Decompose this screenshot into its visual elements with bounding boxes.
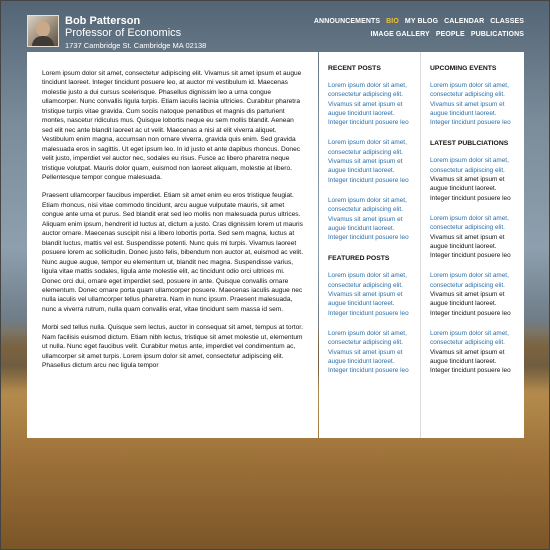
recent-post-link[interactable]: Lorem ipsum dolor sit amet, consectetur … [328, 81, 414, 127]
profile-role: Professor of Economics [65, 27, 182, 39]
publication-text: Vivamus sit amet ipsum et augue tincidun… [430, 348, 511, 375]
publication-link[interactable]: Lorem ipsum dolor sit amet, consectetur … [430, 329, 516, 348]
sidebar-column-left: RECENT POSTS Lorem ipsum dolor sit amet,… [319, 52, 421, 438]
profile-name: Bob Patterson [65, 15, 141, 27]
recent-post-link[interactable]: Lorem ipsum dolor sit amet, consectetur … [328, 196, 414, 242]
upcoming-events-title: UPCOMING EVENTS [430, 65, 497, 72]
publication-text: Vivamus sit amet ipsum et augue tincidun… [430, 291, 511, 317]
content-paragraph: Morbi sed tellus nulla. Quisque sem lect… [42, 324, 303, 370]
site-header: Bob Patterson Professor of Economics 173… [27, 13, 524, 51]
nav-announcements[interactable]: ANNOUNCEMENTS [314, 18, 380, 25]
publication-link[interactable]: Lorem ipsum dolor sit amet, consectetur … [430, 271, 516, 290]
avatar [27, 15, 59, 47]
secondary-nav: IMAGE GALLERY PEOPLE PUBLICATIONS [370, 31, 524, 38]
publication-text: Vivamus sit amet ipsum et augue tincidun… [430, 233, 511, 260]
upcoming-event-link[interactable]: Lorem ipsum dolor sit amet, consectetur … [430, 81, 516, 127]
featured-post-link[interactable]: Lorem ipsum dolor sit amet, consectetur … [328, 271, 414, 317]
profile-address: 1737 Cambridge St. Cambridge MA 02138 [65, 41, 207, 50]
nav-image-gallery[interactable]: IMAGE GALLERY [370, 31, 429, 38]
recent-post-link[interactable]: Lorem ipsum dolor sit amet, consectetur … [328, 138, 414, 184]
sidebar-column-right: UPCOMING EVENTS Lorem ipsum dolor sit am… [421, 52, 522, 438]
content-paragraph: Praesent ullamcorper faucibus imperdiet.… [42, 192, 303, 313]
nav-my-blog[interactable]: MY BLOG [405, 18, 438, 25]
sidebar: RECENT POSTS Lorem ipsum dolor sit amet,… [319, 52, 524, 438]
nav-classes[interactable]: CLASSES [490, 18, 524, 25]
recent-posts-title: RECENT POSTS [328, 65, 381, 72]
nav-calendar[interactable]: CALENDAR [444, 18, 484, 25]
featured-posts-title: FEATURED POSTS [328, 255, 390, 263]
primary-nav: ANNOUNCEMENTS BIO MY BLOG CALENDAR CLASS… [314, 18, 524, 25]
latest-publications-title: LATEST PUBLCIATIONS [430, 140, 509, 148]
nav-bio[interactable]: BIO [386, 18, 399, 25]
nav-publications[interactable]: PUBLICATIONS [471, 31, 524, 38]
main-content: Lorem ipsum dolor sit amet, consectetur … [27, 52, 318, 438]
publication-text: Vivamus sit amet ipsum et augue tincidun… [430, 176, 511, 202]
content-paragraph: Lorem ipsum dolor sit amet, consectetur … [42, 70, 302, 181]
publication-link[interactable]: Lorem ipsum dolor sit amet, consectetur … [430, 214, 516, 233]
nav-people[interactable]: PEOPLE [436, 31, 465, 38]
featured-post-link[interactable]: Lorem ipsum dolor sit amet, consectetur … [328, 329, 414, 375]
publication-link[interactable]: Lorem ipsum dolor sit amet, consectetur … [430, 156, 516, 175]
